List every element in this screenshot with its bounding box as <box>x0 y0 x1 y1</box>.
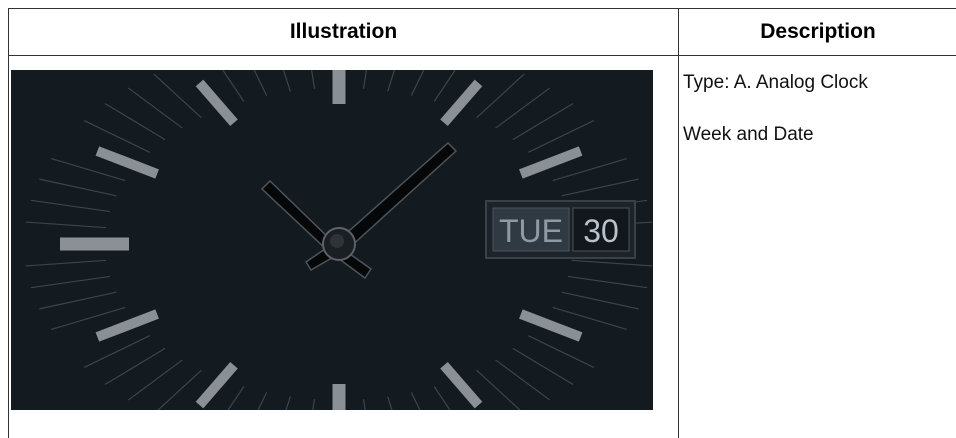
minute-tick <box>528 120 595 153</box>
minute-tick <box>312 399 316 410</box>
minute-tick <box>153 73 202 119</box>
minute-tick <box>561 178 639 197</box>
illustration-column-header: Illustration <box>289 20 398 43</box>
minute-tick <box>410 70 425 96</box>
date-window-date: 30 <box>583 213 619 249</box>
minute-tick <box>39 291 117 310</box>
hour-marker <box>440 79 483 127</box>
hour-marker <box>519 146 583 179</box>
minute-tick <box>567 275 648 289</box>
description-column-header: Description <box>760 20 876 43</box>
minute-tick <box>528 335 595 368</box>
hour-marker <box>195 79 238 127</box>
hour-marker <box>440 361 483 409</box>
minute-tick <box>257 392 268 410</box>
date-window: TUE 30 <box>485 200 636 259</box>
minute-tick <box>561 291 639 310</box>
clock-feature-description: Week and Date <box>683 124 814 145</box>
minute-tick <box>25 259 107 267</box>
minute-tick <box>253 70 268 96</box>
minute-tick <box>387 70 396 92</box>
minute-tick <box>476 73 525 119</box>
minute-tick <box>285 396 291 410</box>
minute-tick <box>282 70 291 92</box>
hour-marker <box>519 309 583 342</box>
minute-tick <box>410 392 421 410</box>
minute-tick <box>362 399 366 410</box>
minute-tick <box>25 221 107 229</box>
column-divider <box>678 9 679 438</box>
clock-face: TUE 30 <box>25 70 653 410</box>
minute-tick <box>30 275 111 289</box>
hour-marker <box>95 309 159 342</box>
hour-marker <box>95 146 159 179</box>
minute-tick <box>30 199 111 213</box>
hour-marker <box>195 361 238 409</box>
minute-tick <box>310 70 316 89</box>
minute-tick <box>83 120 150 153</box>
minute-tick <box>39 178 117 197</box>
header-row-divider <box>9 55 956 56</box>
analog-clock-illustration: TUE 30 <box>11 70 653 410</box>
minute-tick <box>83 335 150 368</box>
minute-tick <box>362 70 368 89</box>
clock-type-description: Type: A. Analog Clock <box>683 72 868 93</box>
clock-hands <box>260 141 458 280</box>
date-window-day: TUE <box>499 213 563 249</box>
minute-tick <box>571 259 653 267</box>
minute-tick <box>387 396 393 410</box>
